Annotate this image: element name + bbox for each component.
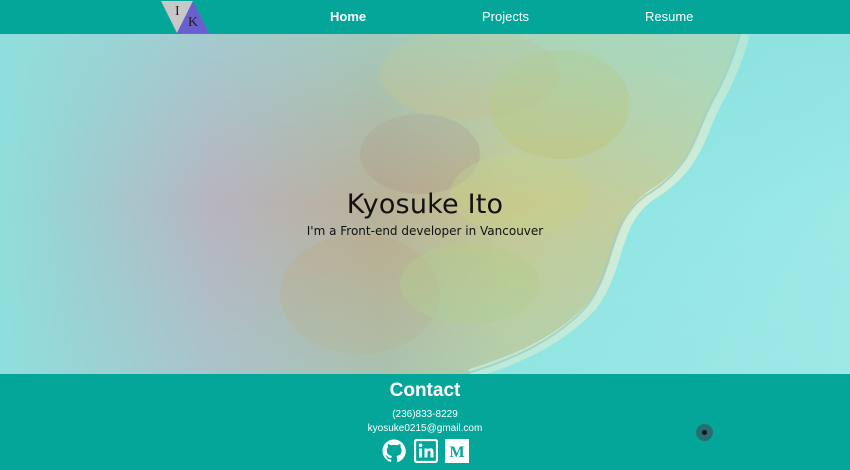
contact-section: Contact (236)833-8229 kyosuke0215@gmail.… — [0, 374, 850, 470]
contact-phone[interactable]: (236)833-8229 — [0, 409, 850, 420]
logo-letter-k: K — [188, 15, 199, 30]
contact-title: Contact — [389, 380, 461, 401]
logo-graphic — [161, 1, 209, 33]
navbar: I K Home Projects Resume — [0, 0, 850, 34]
medium-icon[interactable]: M — [445, 439, 469, 463]
nav-link-home[interactable]: Home — [330, 9, 366, 24]
hero-tagline: I'm a Front-end developer in Vancouver — [306, 224, 544, 238]
hero-section: Kyosuke Ito I'm a Front-end developer in… — [0, 34, 850, 374]
linkedin-icon[interactable] — [413, 438, 439, 464]
nav-link-projects[interactable]: Projects — [482, 9, 529, 24]
scroll-to-top-button[interactable] — [696, 424, 713, 441]
github-icon[interactable] — [382, 439, 406, 463]
contact-email[interactable]: kyosuke0215@gmail.com — [0, 423, 850, 434]
logo-letter-i: I — [175, 4, 180, 19]
nav-link-resume[interactable]: Resume — [645, 9, 693, 24]
svg-text:M: M — [449, 444, 464, 461]
logo[interactable]: I K — [161, 1, 209, 33]
hero-name: Kyosuke Ito — [346, 189, 504, 220]
